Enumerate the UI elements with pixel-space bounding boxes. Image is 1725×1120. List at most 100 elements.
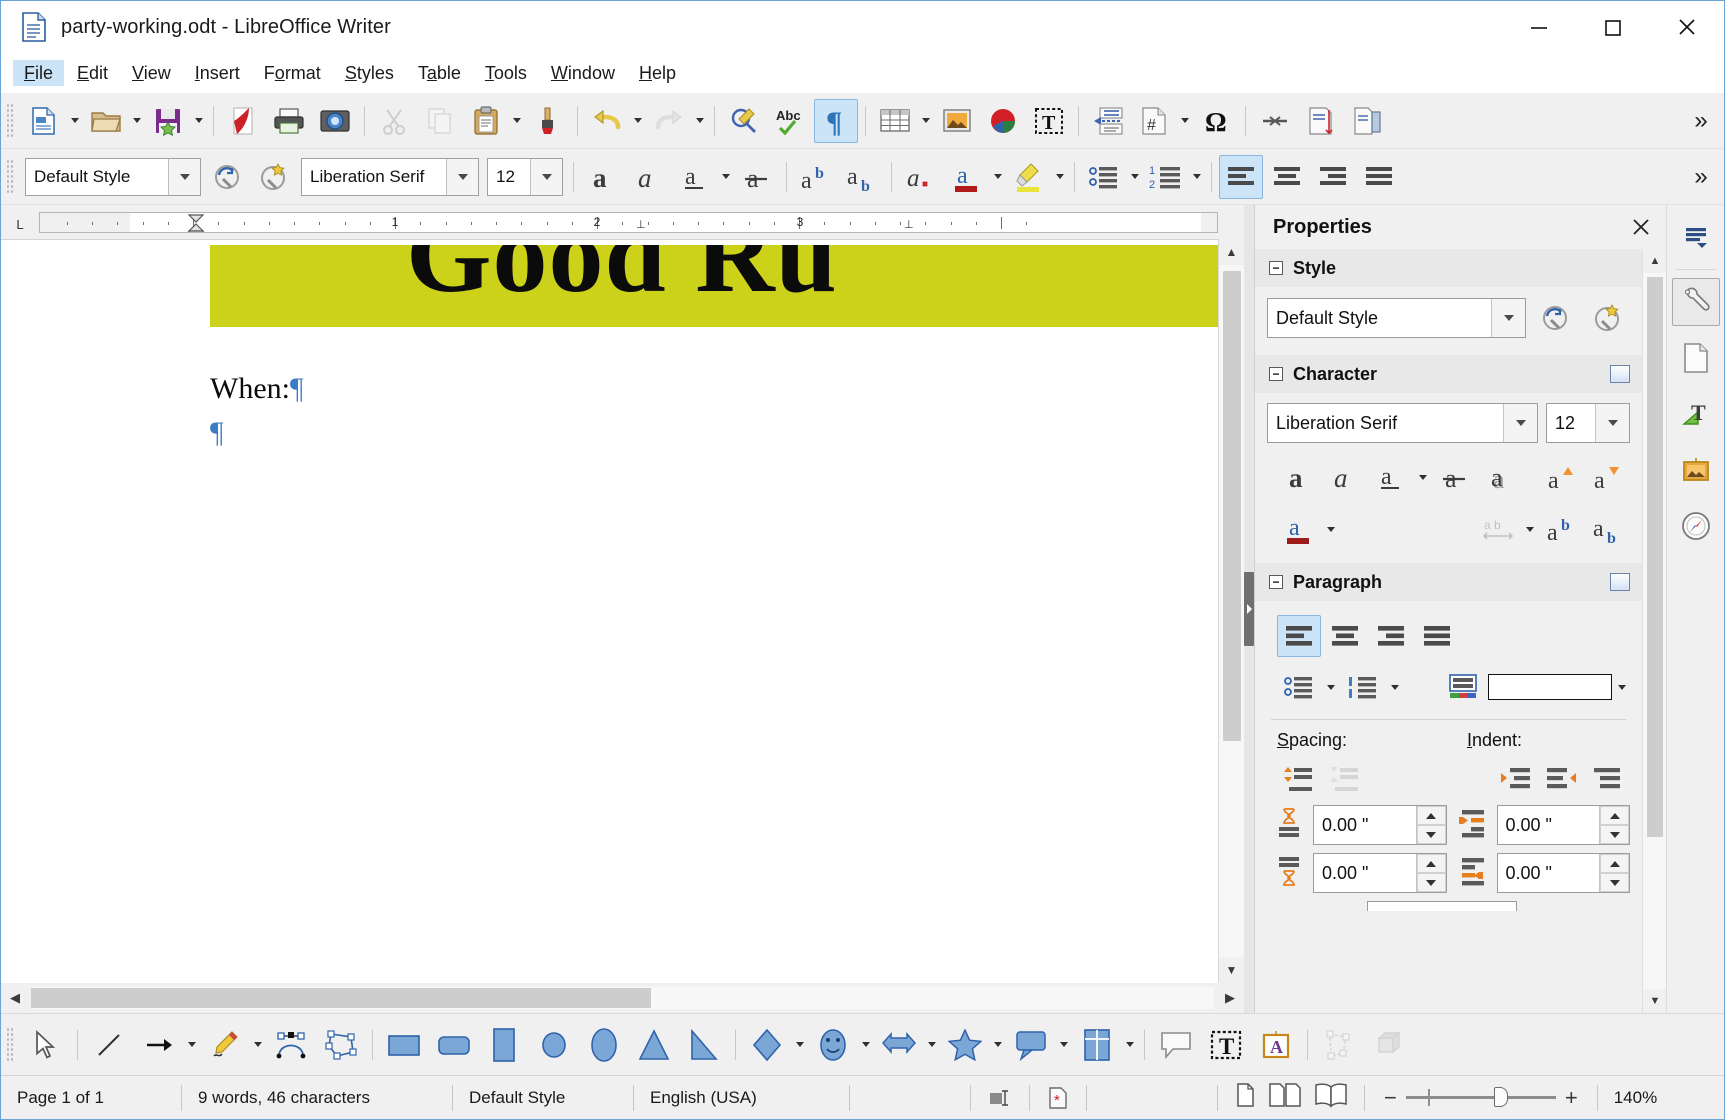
update-selected-style-button[interactable] (206, 155, 250, 199)
menu-edit[interactable]: Edit (66, 60, 119, 86)
sidebar-superscript-button[interactable]: ab (1540, 508, 1584, 550)
page-deck-button[interactable] (1672, 334, 1720, 382)
font-color-caret[interactable] (990, 155, 1006, 199)
rectangle-button[interactable] (380, 1021, 428, 1069)
insert-endnote-button[interactable] (1345, 99, 1389, 143)
callout-shapes-caret[interactable] (1056, 1023, 1072, 1067)
scroll-left-button[interactable]: ◀ (1, 984, 29, 1012)
section-header-character[interactable]: − Character (1255, 355, 1642, 393)
sidebar-strikethrough-button[interactable]: a (1433, 456, 1477, 498)
book-view-button[interactable] (1314, 1082, 1348, 1113)
sidebar-justified-button[interactable] (1415, 615, 1459, 657)
multiple-page-view-button[interactable] (1268, 1082, 1302, 1113)
sidebar-decrease-font-size-button[interactable]: a (1586, 456, 1630, 498)
document-horizontal-scrollbar[interactable]: ◀ ▶ (1, 983, 1244, 1013)
sidebar-font-color-caret[interactable] (1323, 507, 1339, 551)
basic-shapes-button[interactable] (743, 1021, 791, 1069)
menu-view[interactable]: View (121, 60, 182, 86)
spacing-above-decrement[interactable] (1416, 825, 1446, 844)
section-header-paragraph[interactable]: − Paragraph (1255, 563, 1642, 601)
sidebar-underline-button[interactable]: a (1369, 456, 1413, 498)
menu-file[interactable]: File (13, 59, 65, 86)
highlighting-color-caret[interactable] (1052, 155, 1068, 199)
save-document-button[interactable] (146, 99, 190, 143)
indent-markers[interactable] (187, 214, 205, 232)
cut-button[interactable] (372, 99, 416, 143)
zoom-in-button[interactable]: + (1556, 1086, 1587, 1109)
scroll-up-button[interactable]: ▲ (1218, 239, 1245, 265)
clear-direct-formatting-button[interactable]: a (899, 155, 943, 199)
spacing-above-increment[interactable] (1416, 806, 1446, 825)
indent-before-increment[interactable] (1600, 806, 1629, 825)
document-canvas[interactable]: Good Ru When:¶ ¶ Increase Indent (1, 239, 1218, 983)
ellipse-button[interactable] (580, 1021, 628, 1069)
hscroll-thumb[interactable] (31, 988, 651, 1008)
sidebar-paragraph-style-combo[interactable]: Default Style (1267, 298, 1526, 338)
toolbar-grip[interactable] (6, 102, 14, 139)
stars-and-banners-button[interactable] (941, 1021, 989, 1069)
isosceles-triangle-button[interactable] (630, 1021, 678, 1069)
bold-button[interactable]: a (581, 155, 625, 199)
align-center-button[interactable] (1265, 155, 1309, 199)
insert-footnote-button[interactable] (1299, 99, 1343, 143)
formatting-toolbar-overflow[interactable]: » (1684, 149, 1718, 205)
unordered-list-button[interactable] (1082, 155, 1126, 199)
sidebar-bold-button[interactable]: a (1277, 456, 1321, 498)
gallery-deck-button[interactable] (1672, 446, 1720, 494)
freeform-caret[interactable] (250, 1023, 266, 1067)
indent-after-increment[interactable] (1600, 854, 1629, 873)
sidebar-font-color-button[interactable]: a (1277, 508, 1321, 550)
navigator-deck-button[interactable] (1672, 502, 1720, 550)
polygon-button[interactable] (317, 1021, 365, 1069)
sidebar-ordered-list-caret[interactable] (1387, 665, 1403, 709)
vscroll-thumb[interactable] (1222, 271, 1241, 741)
redo-button[interactable] (647, 99, 691, 143)
hanging-indent-button[interactable] (1586, 759, 1630, 801)
sidebar-splitter[interactable] (1244, 205, 1254, 1013)
close-button[interactable] (1650, 1, 1724, 53)
paste-button[interactable] (464, 99, 508, 143)
insert-table-caret[interactable] (918, 99, 934, 143)
sidebar-new-style-button[interactable] (1586, 297, 1630, 339)
sidebar-splitter-handle[interactable] (1244, 572, 1254, 646)
paste-caret[interactable] (509, 99, 525, 143)
copy-button[interactable] (418, 99, 462, 143)
collapse-icon[interactable]: − (1269, 261, 1283, 275)
sidebar-vertical-scrollbar[interactable]: ▲ ▼ (1642, 249, 1666, 1013)
square-button[interactable] (480, 1021, 528, 1069)
subscript-button[interactable]: ab (840, 155, 884, 199)
circle-button[interactable] (530, 1021, 578, 1069)
ordered-list-button[interactable]: 1 2 (1144, 155, 1188, 199)
spacing-below-paragraph-spinner[interactable]: 0.00 " (1313, 853, 1447, 893)
curve-button[interactable] (267, 1021, 315, 1069)
paragraph-style-combo[interactable]: Default Style (25, 157, 201, 196)
sidebar-subscript-button[interactable]: ab (1586, 508, 1630, 550)
line-ends-with-arrow-button[interactable] (135, 1021, 183, 1069)
single-page-view-button[interactable] (1234, 1082, 1256, 1113)
sidebar-settings-button[interactable] (1672, 213, 1720, 261)
spacing-below-increment[interactable] (1416, 854, 1446, 873)
indent-before-text-spinner[interactable]: 0.00 " (1496, 805, 1630, 845)
underline-caret[interactable] (718, 155, 734, 199)
zoom-thumb[interactable] (1493, 1087, 1508, 1107)
insert-field-caret[interactable] (1177, 99, 1193, 143)
sidebar-ordered-list-button[interactable] (1341, 666, 1385, 708)
sidebar-font-size-combo[interactable]: 12 (1546, 403, 1630, 443)
increase-paragraph-spacing-button[interactable] (1277, 759, 1321, 801)
print-button[interactable] (267, 99, 311, 143)
spacing-below-decrement[interactable] (1416, 873, 1446, 892)
horizontal-ruler[interactable]: 1 2 3 ⊥ ⊥ (39, 212, 1218, 233)
right-triangle-button[interactable] (680, 1021, 728, 1069)
collapse-icon[interactable]: − (1269, 575, 1283, 589)
sidebar-update-selected-style-button[interactable] (1534, 297, 1578, 339)
document-vertical-scrollbar[interactable]: ▲ ▼ (1218, 239, 1245, 983)
ruler-corner[interactable]: L (1, 205, 39, 239)
insert-hyperlink-button[interactable] (1253, 99, 1297, 143)
freeform-line-button[interactable] (201, 1021, 249, 1069)
find-and-replace-button[interactable] (722, 99, 766, 143)
document-page[interactable]: Good Ru When:¶ ¶ (45, 240, 1218, 983)
insert-line-button[interactable] (85, 1021, 133, 1069)
insert-text-box-button[interactable]: T (1202, 1021, 1250, 1069)
insert-special-character-button[interactable]: Ω (1194, 99, 1238, 143)
block-arrows-button[interactable] (875, 1021, 923, 1069)
